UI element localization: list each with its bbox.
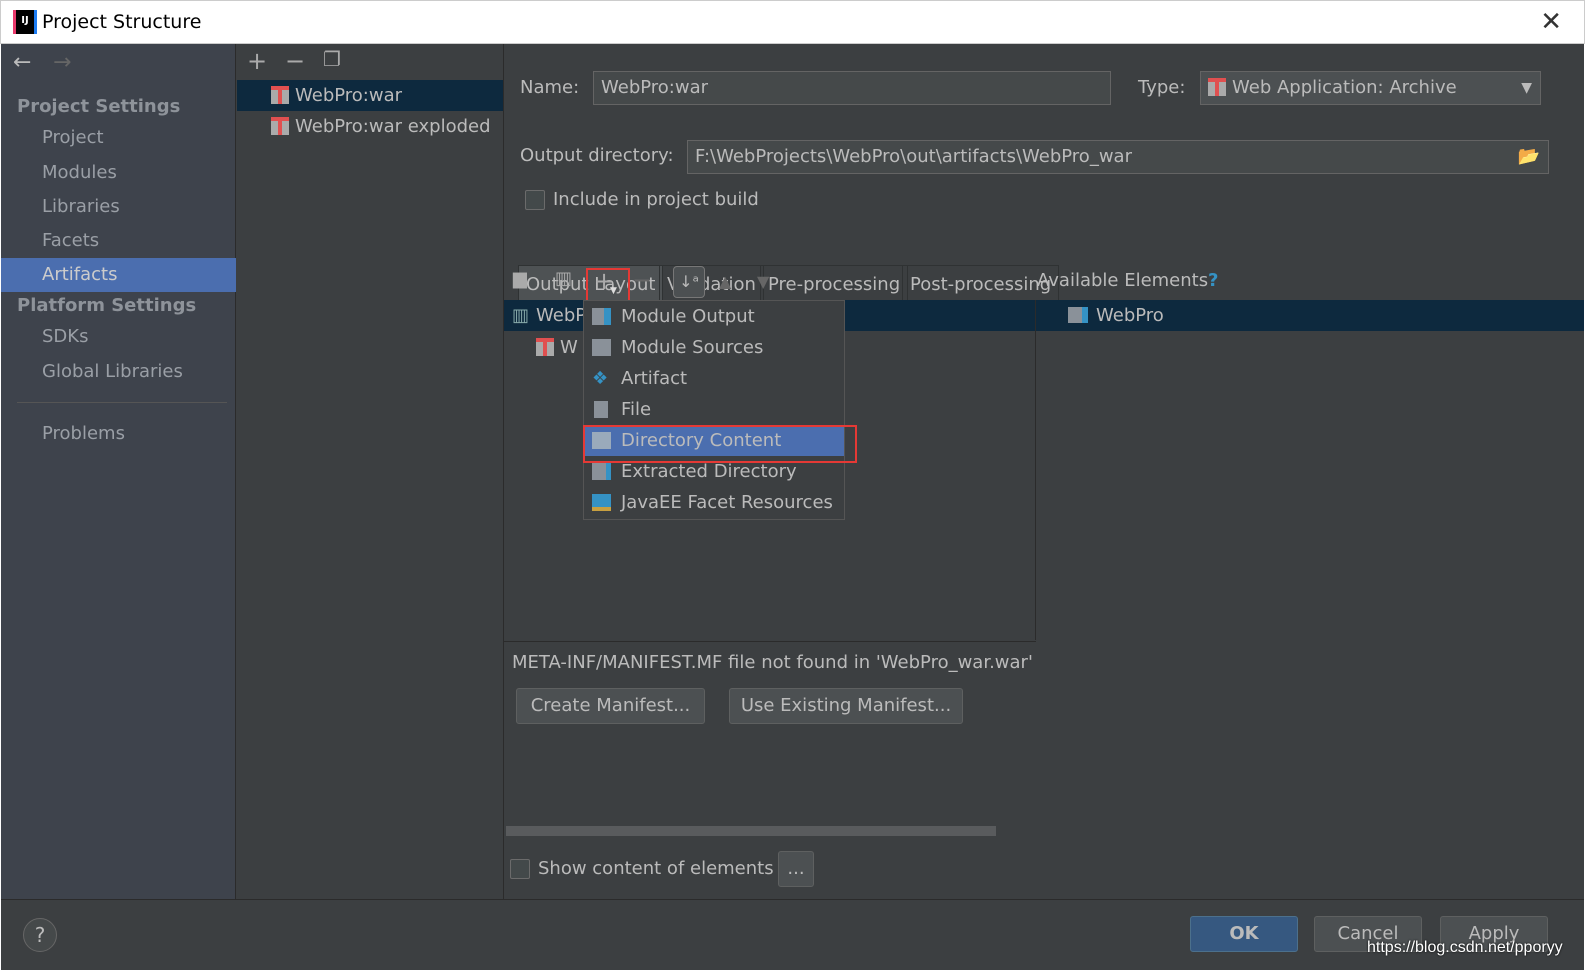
tree-row-label: WebP — [536, 305, 587, 326]
ok-button[interactable]: OK — [1190, 916, 1298, 952]
chevron-down-icon: ▼ — [1521, 80, 1532, 96]
name-input[interactable]: WebPro:war — [593, 71, 1111, 105]
archive-icon: ▥ — [512, 305, 530, 326]
sidebar-item-problems[interactable]: Problems — [1, 417, 236, 451]
sort-alphabetically-icon[interactable]: ↓ᵃ — [673, 266, 705, 298]
available-item[interactable]: WebPro — [1036, 300, 1584, 331]
output-directory-input[interactable]: F:\WebProjects\WebPro\out\artifacts\WebP… — [687, 140, 1549, 174]
window-title: Project Structure — [42, 11, 202, 33]
remove-icon[interactable]: − — [285, 47, 305, 75]
sidebar-item-project[interactable]: Project — [1, 121, 236, 155]
intellij-logo-icon: IJ — [13, 10, 37, 34]
type-label: Type: — [1138, 77, 1186, 98]
folder-browse-icon[interactable]: 📂 — [1518, 141, 1540, 173]
include-in-build-checkbox[interactable] — [525, 190, 545, 210]
dialog-body: ← → Project Settings Project Modules Lib… — [1, 44, 1584, 970]
create-archive-icon[interactable]: ▥ — [555, 268, 572, 289]
sidebar: ← → Project Settings Project Modules Lib… — [1, 44, 236, 899]
output-directory-label: Output directory: — [520, 145, 674, 166]
manifest-message: META-INF/MANIFEST.MF file not found in '… — [512, 652, 1033, 673]
file-icon — [594, 401, 608, 418]
artifact-item[interactable]: WebPro:war exploded — [237, 111, 503, 142]
extracted-directory-icon — [592, 463, 611, 480]
sidebar-item-modules[interactable]: Modules — [1, 156, 236, 190]
war-artifact-icon — [1208, 78, 1226, 96]
show-content-checkbox[interactable] — [510, 859, 530, 879]
menu-item-file[interactable]: File — [584, 394, 844, 425]
back-arrow-icon[interactable]: ← — [13, 50, 31, 75]
artifact-label: WebPro:war exploded — [295, 116, 491, 137]
available-elements-label: Available Elements — [1037, 270, 1209, 291]
war-artifact-icon — [271, 117, 289, 135]
menu-item-directory-content[interactable]: Directory Content — [584, 425, 844, 456]
dropdown-arrow-icon: ▼ — [610, 286, 617, 296]
section-platform-settings: Platform Settings — [17, 295, 197, 316]
artifact-icon: ❖ — [592, 368, 609, 389]
watermark: https://blog.csdn.net/pporyy — [1367, 939, 1563, 956]
name-label: Name: — [520, 77, 580, 98]
menu-item-label: Extracted Directory — [621, 461, 797, 482]
menu-item-module-output[interactable]: Module Output — [584, 301, 844, 332]
add-icon[interactable]: + — [247, 47, 267, 75]
sidebar-item-libraries[interactable]: Libraries — [1, 190, 236, 224]
sidebar-item-artifacts[interactable]: Artifacts — [1, 258, 236, 292]
menu-item-label: File — [621, 399, 652, 420]
help-button[interactable]: ? — [23, 918, 57, 952]
menu-item-label: Directory Content — [621, 430, 782, 451]
type-value: Web Application: Archive — [1232, 77, 1457, 98]
move-down-icon[interactable]: ▼ — [757, 272, 769, 291]
menu-item-artifact[interactable]: ❖ Artifact — [584, 363, 844, 394]
menu-item-label: JavaEE Facet Resources — [621, 492, 833, 513]
menu-item-label: Module Output — [621, 306, 755, 327]
create-manifest-button[interactable]: Create Manifest... — [516, 688, 705, 724]
splitter[interactable] — [1035, 300, 1036, 640]
artifact-label: WebPro:war — [295, 85, 403, 106]
menu-item-javaee-facet-resources[interactable]: JavaEE Facet Resources — [584, 487, 844, 518]
module-sources-icon — [592, 339, 611, 356]
menu-item-module-sources[interactable]: Module Sources — [584, 332, 844, 363]
folder-icon — [592, 432, 611, 449]
move-up-icon[interactable]: ▲ — [719, 272, 731, 291]
horizontal-scrollbar[interactable] — [506, 826, 996, 836]
sidebar-item-sdks[interactable]: SDKs — [1, 320, 236, 354]
menu-item-extracted-directory[interactable]: Extracted Directory — [584, 456, 844, 487]
available-item-label: WebPro — [1096, 305, 1164, 326]
help-icon[interactable]: ? — [1208, 270, 1218, 291]
module-output-icon — [592, 308, 611, 325]
war-artifact-icon — [271, 86, 289, 104]
tab-post-processing[interactable]: Post-processing — [902, 265, 1060, 303]
war-artifact-icon — [536, 338, 554, 356]
menu-item-label: Module Sources — [621, 337, 764, 358]
show-content-label: Show content of elements — [538, 858, 774, 879]
divider — [17, 402, 227, 403]
artifact-item[interactable]: WebPro:war — [237, 80, 503, 111]
include-in-build-label: Include in project build — [553, 189, 759, 210]
output-directory-value: F:\WebProjects\WebPro\out\artifacts\WebP… — [695, 146, 1132, 167]
module-folder-icon — [1068, 307, 1088, 323]
forward-arrow-icon[interactable]: → — [53, 50, 71, 75]
menu-item-label: Artifact — [621, 368, 688, 389]
section-project-settings: Project Settings — [17, 96, 181, 117]
add-element-button[interactable]: + ▼ — [586, 267, 630, 304]
tree-row-child[interactable]: W — [536, 332, 578, 363]
sidebar-item-facets[interactable]: Facets — [1, 224, 236, 258]
type-select[interactable]: Web Application: Archive ▼ — [1200, 71, 1541, 105]
add-element-menu: Module Output Module Sources ❖ Artifact F… — [583, 300, 845, 520]
divider — [504, 641, 1036, 642]
close-icon[interactable]: ✕ — [1540, 7, 1562, 37]
tab-pre-processing[interactable]: Pre-processing — [760, 265, 909, 303]
sidebar-item-global-libraries[interactable]: Global Libraries — [1, 355, 236, 389]
remove-icon[interactable]: − — [632, 266, 652, 294]
more-options-button[interactable]: ... — [778, 851, 814, 887]
use-existing-manifest-button[interactable]: Use Existing Manifest... — [729, 688, 963, 724]
create-directory-icon[interactable]: ▆ — [513, 268, 527, 289]
artifact-list-panel: + − ❐ WebPro:war WebPro:war exploded — [237, 44, 504, 899]
footer-divider — [1, 899, 1584, 900]
title-bar: IJ Project Structure ✕ — [0, 0, 1585, 44]
tree-row-label: W — [560, 337, 578, 358]
copy-icon[interactable]: ❐ — [323, 47, 341, 71]
javaee-facet-icon — [592, 494, 611, 511]
